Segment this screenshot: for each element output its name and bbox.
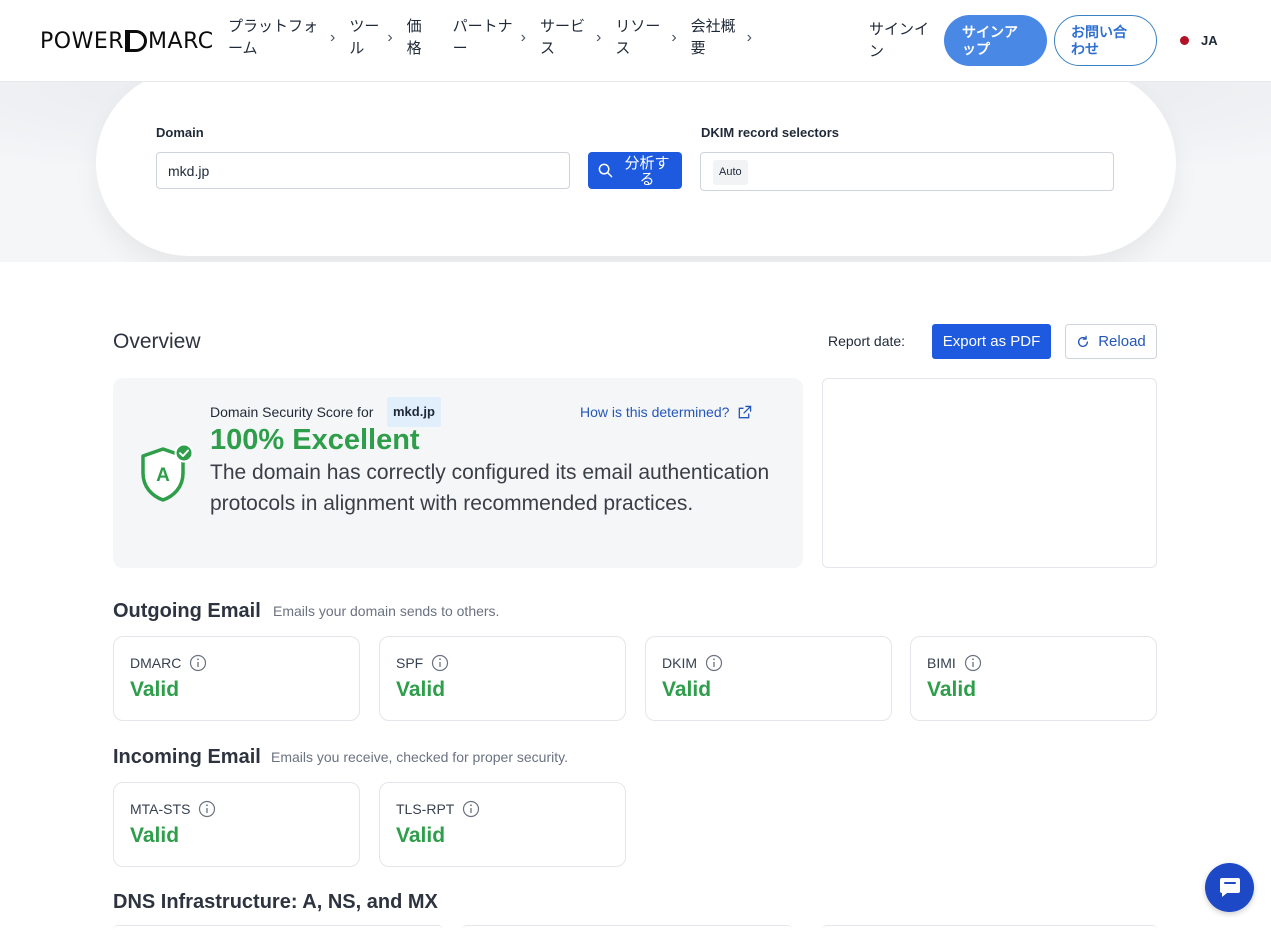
info-icon[interactable] (189, 654, 207, 672)
card-status: Valid (662, 678, 712, 701)
chevron-right-icon: › (595, 29, 602, 46)
shield-letter: A (156, 465, 170, 486)
chevron-right-icon: › (387, 29, 393, 46)
nav-item-services[interactable]: サービス › (540, 16, 615, 60)
outgoing-email-subtitle: Emails your domain sends to others. (273, 603, 500, 619)
dmarc-status-card[interactable]: DMARC Valid (113, 636, 360, 721)
logo-text-right: MARC (148, 28, 214, 54)
chevron-right-icon: › (746, 29, 752, 46)
nav-item-label: パートナー (452, 18, 513, 57)
language-selector[interactable]: JA (1180, 33, 1218, 48)
nav-item-label: ツール (349, 18, 380, 57)
nav-item-label: プラットフォーム (228, 18, 319, 57)
logo-d-mark (125, 30, 148, 52)
shield-check-icon: A (141, 443, 194, 502)
score-for-label: Domain Security Score for (210, 404, 374, 420)
how-determined-link[interactable]: How is this determined? (580, 404, 752, 420)
card-name: DKIM (662, 655, 697, 671)
score-value: 100% Excellent (210, 424, 420, 456)
nav-item-tools[interactable]: ツール › (349, 16, 406, 60)
card-status: Valid (927, 678, 977, 701)
card-name: MTA-STS (130, 801, 191, 817)
info-icon[interactable] (431, 654, 449, 672)
dkim-status-card[interactable]: DKIM Valid (645, 636, 892, 721)
analyze-button[interactable]: 分析する (588, 152, 682, 189)
reload-button[interactable]: Reload (1065, 324, 1157, 359)
dkim-label: DKIM record selectors (701, 125, 839, 140)
incoming-email-title: Incoming Email (113, 746, 261, 768)
reload-icon (1078, 335, 1089, 347)
info-icon[interactable] (964, 654, 982, 672)
mta-sts-status-card[interactable]: MTA-STS Valid (113, 782, 360, 867)
external-link-icon (739, 405, 752, 418)
chevron-right-icon: › (330, 29, 336, 46)
card-name: DMARC (130, 655, 182, 671)
site-header: POWER MARC プラットフォーム › ツール › 価格 パートナー › サ… (0, 0, 1271, 82)
chevron-right-icon: › (671, 29, 677, 46)
nav-item-label: リソース (615, 18, 661, 57)
spf-status-card[interactable]: SPF Valid (379, 636, 626, 721)
tls-rpt-status-card[interactable]: TLS-RPT Valid (379, 782, 626, 867)
search-icon (598, 163, 613, 178)
dkim-selector-input[interactable]: Auto (700, 152, 1114, 191)
export-pdf-button[interactable]: Export as PDF (932, 324, 1051, 359)
card-name: TLS-RPT (396, 801, 455, 817)
outgoing-email-title: Outgoing Email (113, 600, 261, 622)
signup-button[interactable]: サインアップ (944, 15, 1047, 66)
nav-item-label: 価格 (406, 18, 422, 57)
info-icon[interactable] (462, 800, 480, 818)
dkim-selector-chip[interactable]: Auto (713, 160, 748, 185)
chevron-right-icon: › (520, 29, 526, 46)
nav-item-label: サービス (539, 18, 585, 57)
side-card (822, 378, 1157, 568)
chat-button[interactable] (1205, 863, 1254, 912)
dns-card-top (462, 925, 792, 930)
overview-title: Overview (113, 330, 201, 353)
info-icon[interactable] (198, 800, 216, 818)
card-status: Valid (130, 824, 180, 847)
card-status: Valid (396, 824, 446, 847)
dns-card-top (113, 925, 443, 930)
info-icon[interactable] (705, 654, 723, 672)
contact-button[interactable]: お問い合わせ (1054, 15, 1157, 66)
nav-item-resources[interactable]: リソース › (615, 16, 690, 60)
japan-flag-icon (1180, 36, 1189, 45)
bimi-status-card[interactable]: BIMI Valid (910, 636, 1157, 721)
logo-text-left: POWER (40, 28, 125, 54)
nav-item-label: 会社概要 (690, 18, 736, 57)
chat-icon (1219, 877, 1240, 897)
powerdmarc-logo[interactable]: POWER MARC (40, 28, 214, 54)
analyze-label: 分析する (624, 153, 670, 188)
reload-label: Reload (1098, 333, 1146, 350)
signin-link[interactable]: サインイン (869, 19, 933, 63)
dns-card-top (822, 925, 1157, 930)
card-status: Valid (396, 678, 446, 701)
nav-item-company[interactable]: 会社概要 › (691, 16, 766, 60)
card-name: BIMI (927, 655, 956, 671)
nav-item-pricing[interactable]: 価格 (407, 16, 453, 60)
dns-infrastructure-title: DNS Infrastructure: A, NS, and MX (113, 891, 438, 913)
main-nav: プラットフォーム › ツール › 価格 パートナー › サービス › リソース … (228, 16, 766, 60)
score-description: The domain has correctly configured its … (210, 461, 770, 515)
domain-input[interactable] (156, 152, 570, 189)
nav-item-platform[interactable]: プラットフォーム › (228, 16, 349, 60)
incoming-email-subtitle: Emails you receive, checked for proper s… (271, 749, 568, 765)
score-domain-chip: mkd.jp (387, 397, 441, 427)
language-label: JA (1201, 33, 1218, 48)
how-determined-label: How is this determined? (580, 404, 730, 420)
report-date-label: Report date: (828, 333, 906, 349)
nav-item-partners[interactable]: パートナー › (453, 16, 540, 60)
card-name: SPF (396, 655, 424, 671)
domain-label: Domain (156, 125, 204, 140)
card-status: Valid (130, 678, 180, 701)
